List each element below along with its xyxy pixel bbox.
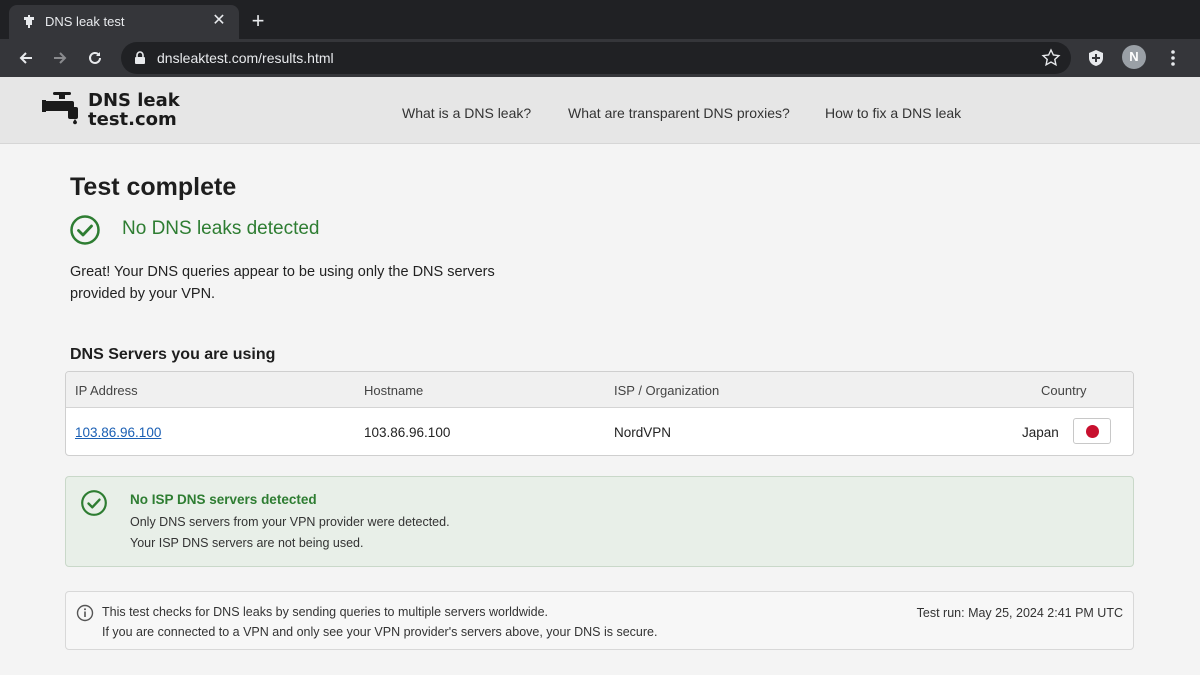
forward-arrow-icon[interactable] — [48, 46, 72, 70]
nav-how-to-fix[interactable]: How to fix a DNS leak — [825, 105, 961, 121]
close-icon[interactable]: ✕ — [209, 11, 229, 31]
column-hostname: Hostname — [364, 383, 424, 398]
leak-status: No DNS leaks detected — [122, 218, 320, 239]
url-text: dnsleaktest.com/results.html — [157, 50, 334, 66]
back-arrow-icon[interactable] — [14, 46, 38, 70]
menu-dots-icon[interactable] — [1162, 47, 1184, 69]
tab-title: DNS leak test — [45, 14, 125, 29]
test-run-timestamp: Test run: May 25, 2024 2:41 PM UTC — [916, 606, 1123, 620]
nav-what-is-dns-leak[interactable]: What is a DNS leak? — [402, 105, 531, 121]
site-logo[interactable]: DNS leak test.com — [42, 89, 182, 133]
result-description: Great! Your DNS queries appear to be usi… — [70, 264, 495, 302]
logo-line-1: DNS leak — [88, 90, 180, 111]
dns-servers-title: DNS Servers you are using — [70, 346, 276, 363]
shield-extension-icon[interactable] — [1085, 47, 1107, 69]
star-icon[interactable] — [1041, 48, 1061, 68]
isp-check-title: No ISP DNS servers detected — [130, 492, 317, 507]
reload-icon[interactable] — [83, 46, 107, 70]
hostname-cell: 103.86.96.100 — [364, 425, 451, 440]
check-circle-icon — [70, 215, 100, 245]
nav-transparent-dns-proxies[interactable]: What are transparent DNS proxies? — [568, 105, 790, 121]
table-header: IP Address Hostname ISP / Organization C… — [66, 372, 1133, 408]
japan-flag-icon — [1073, 418, 1111, 444]
column-isp: ISP / Organization — [614, 383, 720, 398]
dns-servers-table: IP Address Hostname ISP / Organization C… — [65, 371, 1134, 456]
check-circle-icon — [81, 490, 107, 516]
isp-cell: NordVPN — [614, 425, 672, 440]
new-tab-icon[interactable]: + — [248, 10, 268, 32]
country-cell: Japan — [1022, 425, 1059, 440]
column-ip-address: IP Address — [75, 383, 138, 398]
page-title: Test complete — [70, 173, 237, 201]
faucet-icon — [24, 15, 34, 28]
address-bar[interactable]: dnsleaktest.com/results.html — [121, 42, 1071, 74]
isp-check-line-1: Only DNS servers from your VPN provider … — [130, 515, 450, 529]
lock-icon — [135, 51, 145, 64]
browser-toolbar: dnsleaktest.com/results.html — [0, 39, 1200, 77]
profile-avatar[interactable]: N — [1122, 45, 1146, 69]
info-panel: This test checks for DNS leaks by sendin… — [65, 591, 1134, 650]
info-line-1: This test checks for DNS leaks by sendin… — [102, 605, 549, 619]
isp-check-panel: No ISP DNS servers detected Only DNS ser… — [65, 476, 1134, 567]
isp-check-line-2: Your ISP DNS servers are not being used. — [130, 536, 364, 550]
column-country: Country — [1041, 383, 1087, 398]
site-header: DNS leak test.com What is a DNS leak? Wh… — [0, 77, 1200, 144]
info-line-2: If you are connected to a VPN and only s… — [102, 625, 658, 639]
logo-text: DNS leak test.com — [88, 91, 180, 129]
info-circle-icon — [76, 604, 94, 622]
faucet-icon — [42, 92, 78, 125]
logo-line-2: test.com — [88, 109, 177, 130]
ip-address-link[interactable]: 103.86.96.100 — [75, 425, 161, 440]
browser-tab-strip: DNS leak test ✕ + — [0, 0, 1200, 39]
browser-tab[interactable]: DNS leak test ✕ — [9, 5, 239, 39]
